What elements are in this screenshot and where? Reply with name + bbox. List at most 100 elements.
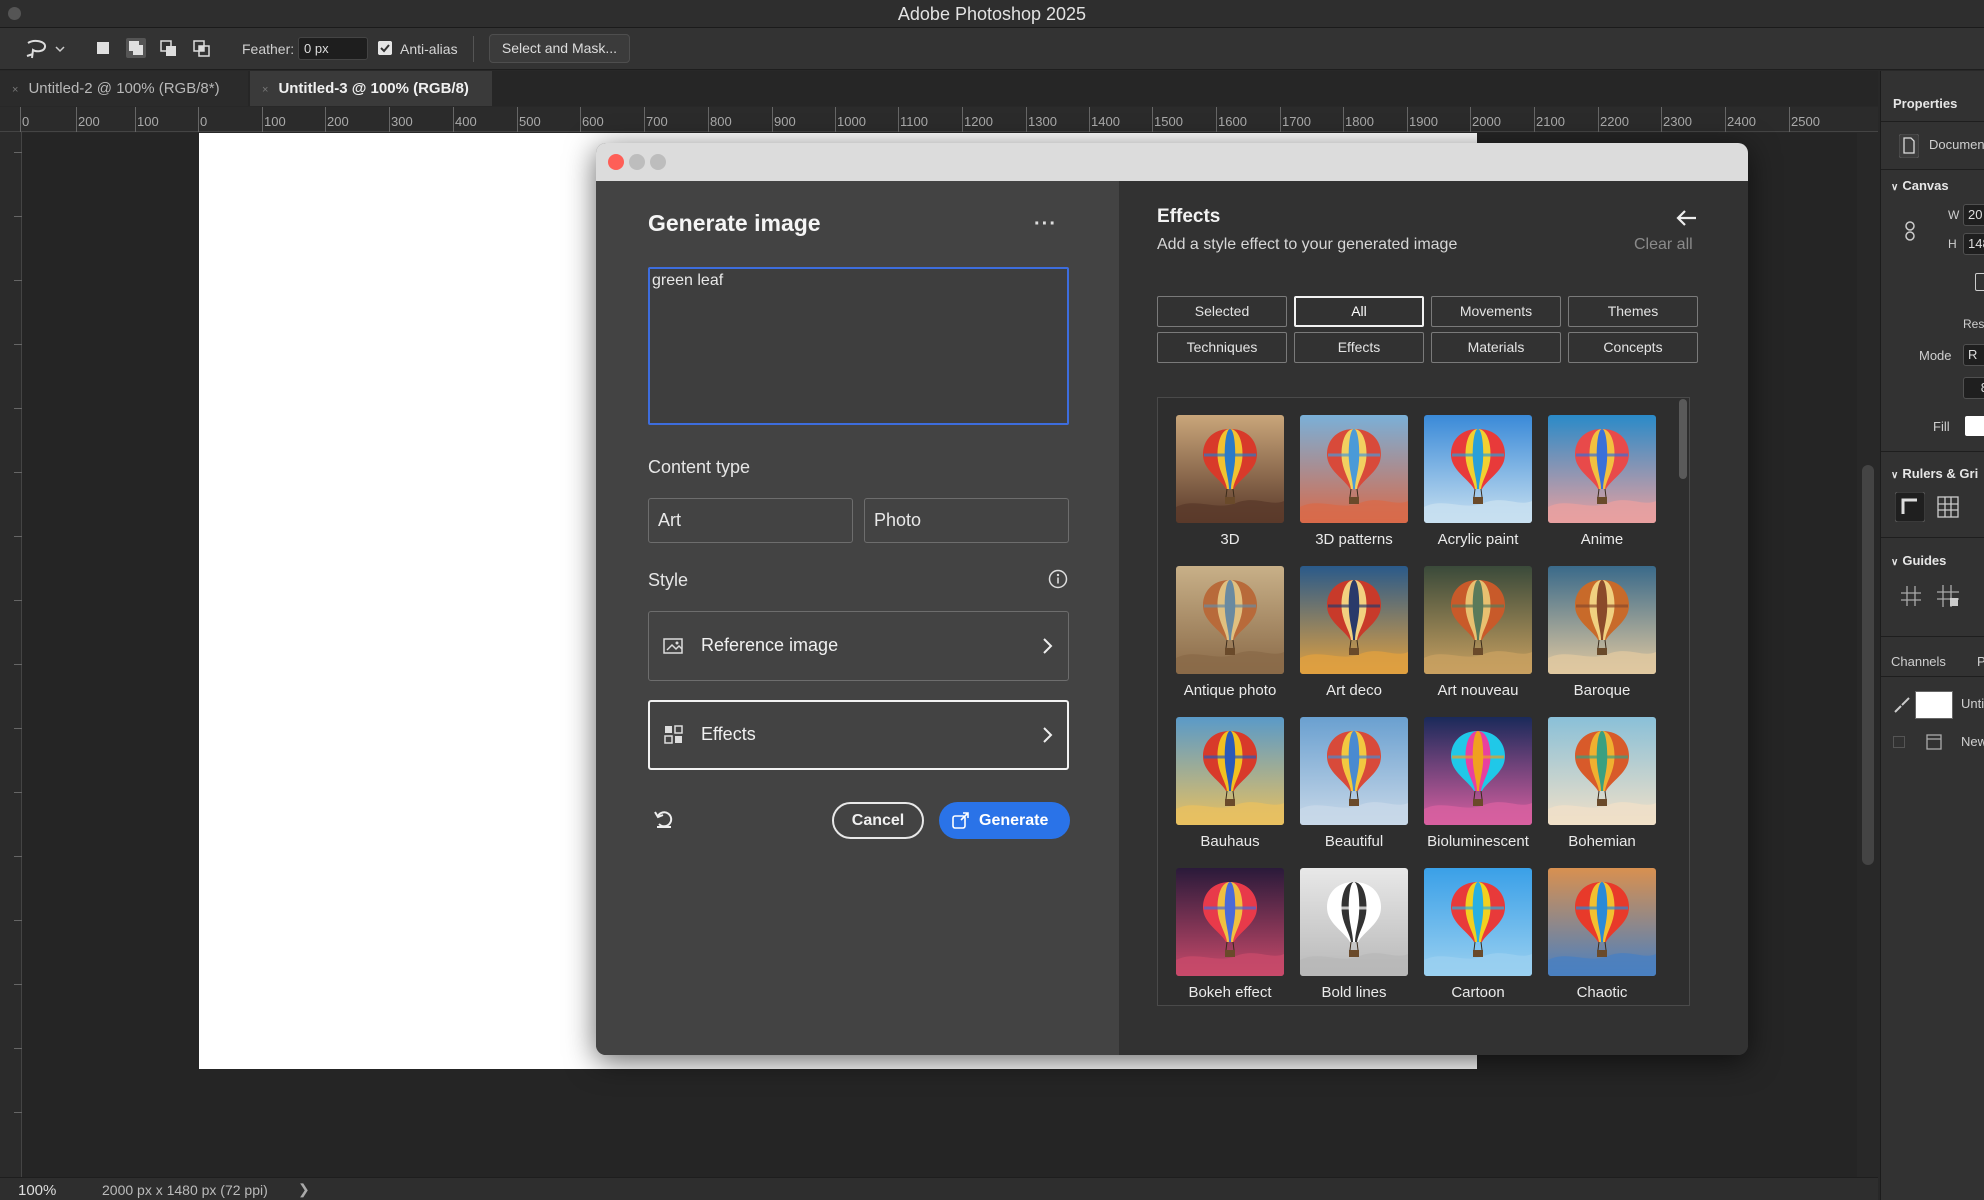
content-type-photo-button[interactable]: Photo <box>864 498 1069 543</box>
filter-chip-techniques[interactable]: Techniques <box>1157 332 1287 363</box>
guides-icon[interactable] <box>1901 586 1921 606</box>
link-dimensions-icon[interactable] <box>1904 221 1916 241</box>
effect-thumbnail <box>1176 415 1284 523</box>
width-field[interactable]: 20 <box>1963 204 1984 226</box>
status-menu-arrow[interactable]: ❯ <box>298 1181 310 1198</box>
zoom-level[interactable]: 100% <box>18 1182 56 1199</box>
chevron-down-icon[interactable] <box>55 45 65 53</box>
ruler-tick <box>1789 107 1790 132</box>
ruler-tick-label: 800 <box>710 114 732 129</box>
effects-grid[interactable]: 3D 3D patterns Acrylic paint Anime Antique p… <box>1157 397 1690 1006</box>
effect-tile-acrylic-paint[interactable]: Acrylic paint <box>1424 415 1532 548</box>
effect-tile-beautiful[interactable]: Beautiful <box>1300 717 1408 850</box>
effect-tile-3d-patterns[interactable]: 3D patterns <box>1300 415 1408 548</box>
prompt-textarea[interactable]: green leaf <box>648 267 1069 425</box>
cancel-button[interactable]: Cancel <box>832 802 924 839</box>
layer-visibility-checkbox[interactable] <box>1893 736 1905 748</box>
effect-thumbnail <box>1424 868 1532 976</box>
guides-section-header[interactable]: ∨ Guides <box>1891 553 1946 568</box>
intersect-selection-icon[interactable] <box>193 40 210 57</box>
filter-chip-movements[interactable]: Movements <box>1431 296 1561 327</box>
new-layer-label[interactable]: New <box>1961 734 1984 749</box>
effects-grid-scrollbar[interactable] <box>1679 399 1687 479</box>
reset-icon[interactable] <box>652 807 676 831</box>
tab-close-icon[interactable]: × <box>262 84 268 96</box>
effects-button[interactable]: Effects <box>648 700 1069 770</box>
tab-label: Untitled-3 @ 100% (RGB/8) <box>278 80 469 97</box>
subtract-selection-icon[interactable] <box>160 40 177 57</box>
filter-chip-concepts[interactable]: Concepts <box>1568 332 1698 363</box>
canvas-section-header[interactable]: ∨ Canvas <box>1891 178 1949 193</box>
add-to-selection-icon[interactable] <box>126 38 146 58</box>
filter-chip-materials[interactable]: Materials <box>1431 332 1561 363</box>
effect-tile-cartoon[interactable]: Cartoon <box>1424 868 1532 1001</box>
content-type-art-button[interactable]: Art <box>648 498 853 543</box>
effect-tile-bold-lines[interactable]: Bold lines <box>1300 868 1408 1001</box>
feather-input[interactable]: 0 px <box>298 37 368 60</box>
effect-tile-bohemian[interactable]: Bohemian <box>1548 717 1656 850</box>
effects-icon <box>664 725 683 744</box>
layer-thumbnail[interactable] <box>1915 691 1953 719</box>
ruler-tick-label: 400 <box>455 114 477 129</box>
effect-tile-art-deco[interactable]: Art deco <box>1300 566 1408 699</box>
anti-alias-checkbox[interactable] <box>378 41 392 55</box>
mode-select[interactable]: R <box>1963 344 1984 366</box>
effect-tile-3d[interactable]: 3D <box>1176 415 1284 548</box>
vertical-scrollbar[interactable] <box>1862 465 1874 865</box>
filter-chip-selected[interactable]: Selected <box>1157 296 1287 327</box>
height-field[interactable]: 148 <box>1963 233 1984 255</box>
rulers-grids-section-header[interactable]: ∨ Rulers & Gri <box>1891 466 1978 481</box>
dialog-close-button[interactable] <box>608 154 624 170</box>
document-tab-untitled-2[interactable]: × Untitled-2 @ 100% (RGB/8*) <box>0 71 248 106</box>
filter-chip-effects[interactable]: Effects <box>1294 332 1424 363</box>
ruler-tick-label: 300 <box>391 114 413 129</box>
rulers-toggle-icon[interactable] <box>1895 492 1925 522</box>
app-title: Adobe Photoshop 2025 <box>897 4 1087 24</box>
ruler-tick-label: 2200 <box>1600 114 1629 129</box>
guides-lock-icon[interactable] <box>1937 585 1959 607</box>
channels-tab[interactable]: Channels <box>1891 654 1946 669</box>
vertical-ruler[interactable] <box>0 132 22 1177</box>
info-icon[interactable] <box>1048 569 1068 589</box>
orientation-icon[interactable] <box>1975 273 1984 291</box>
layer-name[interactable]: Unti <box>1961 696 1984 711</box>
fill-color-swatch[interactable] <box>1965 416 1984 436</box>
ruler-tick <box>1280 107 1281 132</box>
clear-all-link[interactable]: Clear all <box>1634 236 1693 254</box>
effect-tile-bokeh-effect[interactable]: Bokeh effect <box>1176 868 1284 1001</box>
new-document-icon[interactable] <box>1925 733 1943 751</box>
content-type-label: Content type <box>648 457 751 477</box>
ruler-tick <box>14 664 22 665</box>
dialog-zoom-button[interactable] <box>650 154 666 170</box>
back-arrow-icon[interactable] <box>1676 209 1698 227</box>
bit-depth-select[interactable]: 8 <box>1963 377 1984 399</box>
filter-chip-themes[interactable]: Themes <box>1568 296 1698 327</box>
document-tab-untitled-3[interactable]: × Untitled-3 @ 100% (RGB/8) <box>250 71 492 106</box>
dialog-title-bar <box>596 143 1748 181</box>
ruler-tick-label: 0 <box>22 114 30 129</box>
effect-tile-anime[interactable]: Anime <box>1548 415 1656 548</box>
document-info: 2000 px x 1480 px (72 ppi) <box>102 1182 268 1198</box>
effect-tile-art-nouveau[interactable]: Art nouveau <box>1424 566 1532 699</box>
effect-tile-baroque[interactable]: Baroque <box>1548 566 1656 699</box>
effect-tile-bioluminescent[interactable]: Bioluminescent <box>1424 717 1532 850</box>
mode-label: Mode <box>1919 348 1952 363</box>
select-and-mask-button[interactable]: Select and Mask... <box>489 34 630 63</box>
properties-tab[interactable]: Properties <box>1893 96 1957 111</box>
grid-toggle-icon[interactable] <box>1937 496 1959 518</box>
chevron-down-icon: ∨ <box>1891 470 1899 481</box>
effect-tile-chaotic[interactable]: Chaotic <box>1548 868 1656 1001</box>
brush-icon[interactable] <box>1893 696 1911 714</box>
reference-image-button[interactable]: Reference image <box>648 611 1069 681</box>
effect-tile-antique-photo[interactable]: Antique photo <box>1176 566 1284 699</box>
photoshop-window: Adobe Photoshop 2025 Feather: 0 px Anti-… <box>0 0 1984 1200</box>
more-options-button[interactable]: ··· <box>1034 213 1057 236</box>
tab-close-icon[interactable]: × <box>12 84 18 96</box>
horizontal-ruler[interactable]: 0 200 100 0 100 200 300 400 500 600 700 800 900 1000 1… <box>20 107 1878 132</box>
new-selection-icon[interactable] <box>96 41 110 55</box>
lasso-tool-icon[interactable] <box>24 38 50 62</box>
filter-chip-all[interactable]: All <box>1294 296 1424 327</box>
effect-tile-bauhaus[interactable]: Bauhaus <box>1176 717 1284 850</box>
paths-tab[interactable]: P <box>1977 654 1984 669</box>
dialog-minimize-button[interactable] <box>629 154 645 170</box>
